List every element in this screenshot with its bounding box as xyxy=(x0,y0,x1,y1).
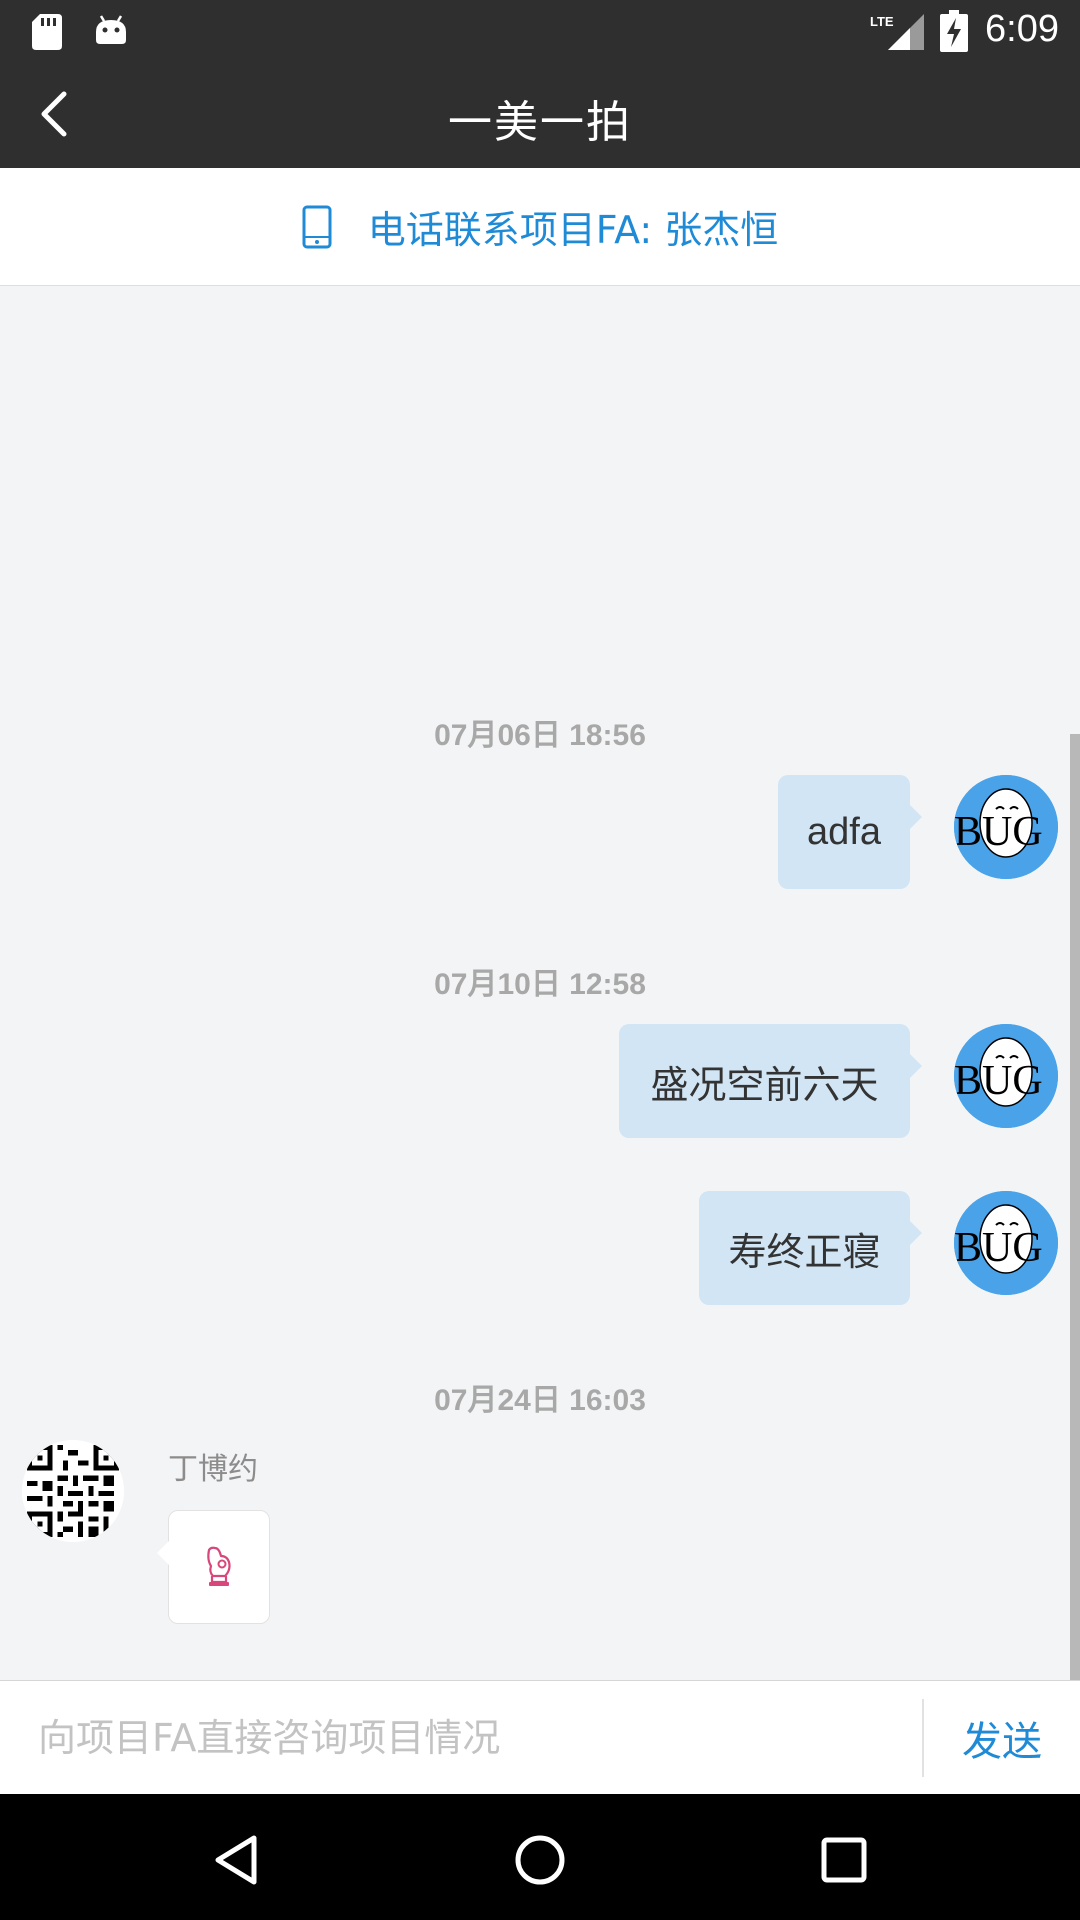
message-text: 寿终正寝 xyxy=(728,1229,881,1274)
send-button[interactable]: 发送 xyxy=(924,1681,1080,1795)
call-fa-label: 电话联系项目FA: 张杰恒 xyxy=(367,208,779,252)
network-type-label: LTE xyxy=(870,14,894,29)
system-nav-bar xyxy=(0,1794,1080,1920)
recents-square-icon[interactable] xyxy=(814,1832,874,1888)
avatar[interactable]: BUG xyxy=(954,1191,1058,1295)
bug-avatar-icon: BUG xyxy=(954,1024,1058,1128)
message-timestamp: 07月06日 18:56 xyxy=(434,719,646,752)
sd-card-icon xyxy=(32,14,62,50)
page-title: 一美一拍 xyxy=(448,97,632,148)
status-bar: LTE 6:09 xyxy=(0,0,1080,60)
phone-icon xyxy=(302,205,332,248)
signal-icon: LTE xyxy=(870,14,924,50)
qr-code-avatar-icon xyxy=(22,1440,124,1542)
ok-hand-emoji-icon xyxy=(207,1546,231,1586)
message-bubble[interactable] xyxy=(157,1510,270,1624)
message-timestamp: 07月24日 16:03 xyxy=(434,1384,646,1417)
message-bubble[interactable]: 盛况空前六天 xyxy=(619,1024,922,1138)
message-composer: 发送 xyxy=(0,1680,1080,1794)
avatar[interactable]: BUG xyxy=(954,1024,1058,1128)
message-timestamp: 07月10日 12:58 xyxy=(434,968,646,1001)
back-triangle-icon[interactable] xyxy=(206,1832,266,1888)
sender-name: 丁博约 xyxy=(168,1452,258,1487)
message-text: 盛况空前六天 xyxy=(650,1062,879,1107)
avatar-text: BUG xyxy=(954,1058,1043,1104)
message-bubble[interactable]: adfa xyxy=(778,775,922,889)
avatar-text: BUG xyxy=(954,809,1043,855)
bug-avatar-icon: BUG xyxy=(954,775,1058,879)
message-text: adfa xyxy=(807,810,881,853)
chat-scrollbar[interactable] xyxy=(1070,734,1080,1680)
battery-charging-icon xyxy=(940,10,968,52)
avatar[interactable]: BUG xyxy=(954,775,1058,879)
message-input[interactable] xyxy=(36,1701,906,1775)
android-icon xyxy=(96,15,126,44)
app-toolbar: 一美一拍 xyxy=(0,60,1080,168)
message-bubble[interactable]: 寿终正寝 xyxy=(699,1191,922,1305)
home-circle-icon[interactable] xyxy=(510,1832,570,1888)
clock: 6:09 xyxy=(985,8,1059,50)
call-fa-button[interactable]: 电话联系项目FA: 张杰恒 xyxy=(0,168,1080,286)
avatar-text: BUG xyxy=(954,1225,1043,1271)
sender-avatar[interactable] xyxy=(22,1440,124,1542)
bug-avatar-icon: BUG xyxy=(954,1191,1058,1295)
